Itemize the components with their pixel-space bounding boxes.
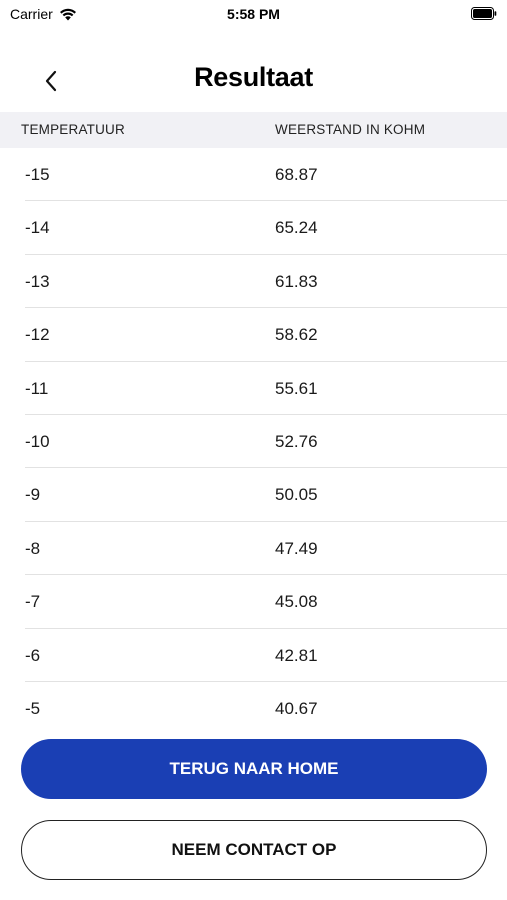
temperature-cell: -7 [25,592,41,612]
temperature-cell: -10 [25,431,50,451]
table-row: -14 65.24 [0,201,507,255]
navigation-bar: Resultaat [0,52,507,110]
battery-icon [471,7,497,20]
resistance-cell: 42.81 [275,645,318,665]
resistance-cell: 58.62 [275,325,318,345]
status-time: 5:58 PM [227,6,280,22]
resistance-cell: 68.87 [275,165,318,184]
table-row: -9 50.05 [0,468,507,522]
table-row: -10 52.76 [0,415,507,469]
temperature-cell: -5 [25,698,41,718]
table-row: -13 61.83 [0,255,507,309]
back-to-home-button[interactable]: TERUG NAAR HOME [21,739,487,799]
temperature-cell: -14 [25,218,50,238]
results-list[interactable]: -15 68.87 -14 65.24 -13 61.83 -12 58.62 … [0,148,507,735]
table-row: -12 58.62 [0,308,507,362]
page-title: Resultaat [194,62,313,92]
table-row: -15 68.87 [0,148,507,202]
resistance-cell: 47.49 [275,538,318,558]
resistance-cell: 50.05 [275,485,318,505]
temperature-cell: -11 [25,378,49,398]
column-header-temperature: TEMPERATUUR [21,122,125,137]
resistance-cell: 65.24 [275,218,318,238]
resistance-cell: 45.08 [275,592,318,612]
resistance-cell: 40.67 [275,698,318,718]
table-header: TEMPERATUUR WEERSTAND IN KOHM [0,112,507,148]
temperature-cell: -12 [25,325,50,345]
resistance-cell: 52.76 [275,431,318,451]
contact-button[interactable]: NEEM CONTACT OP [21,820,487,880]
temperature-cell: -8 [25,538,41,558]
table-row: -8 47.49 [0,522,507,576]
temperature-cell: -15 [25,165,50,184]
table-row: -5 40.67 [0,682,507,735]
temperature-cell: -6 [25,645,41,665]
table-row: -7 45.08 [0,575,507,629]
temperature-cell: -13 [25,271,50,291]
resistance-cell: 55.61 [275,378,318,398]
temperature-cell: -9 [25,485,41,505]
table-row: -11 55.61 [0,362,507,415]
column-header-resistance: WEERSTAND IN KOHM [275,122,426,137]
table-row: -6 42.81 [0,629,507,682]
resistance-cell: 61.83 [275,271,318,291]
status-bar: Carrier 5:58 PM [0,0,507,28]
